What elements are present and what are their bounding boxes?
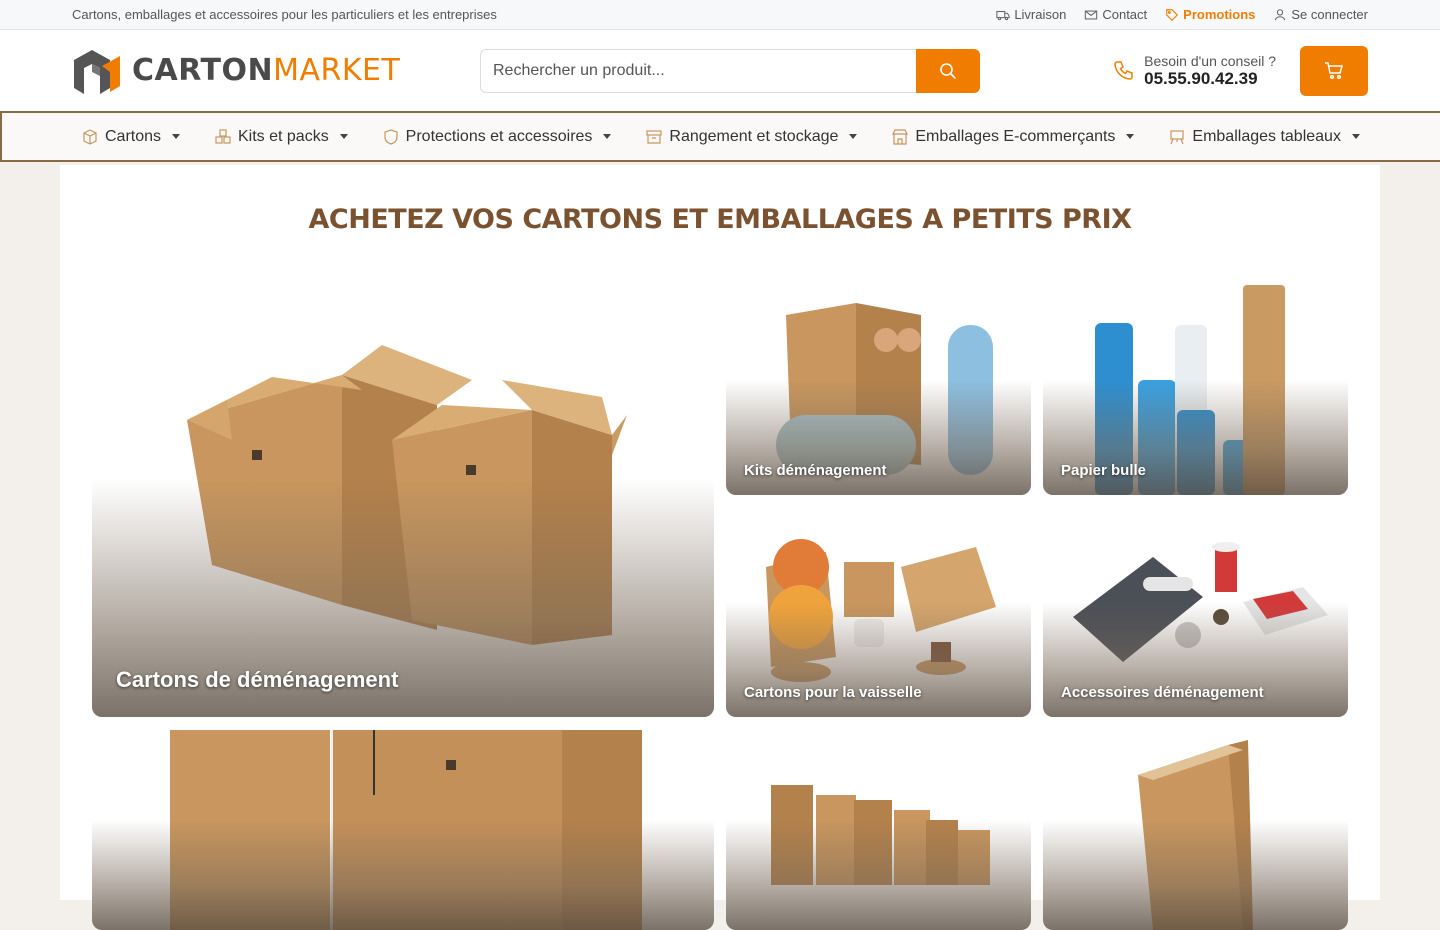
caret-down-icon [172,134,181,139]
shop-icon [892,128,909,145]
cart-icon [1325,61,1343,79]
logo-text-part1: CARTON [132,53,274,88]
caret-down-icon [339,134,348,139]
phone-contact[interactable]: Besoin d'un conseil ? 05.55.90.42.39 [1112,53,1276,89]
phone-text: Besoin d'un conseil ? 05.55.90.42.39 [1144,53,1276,89]
category-tile-papier-bulle[interactable]: Papier bulle [1043,285,1348,495]
top-bar: Cartons, emballages et accessoires pour … [0,0,1440,30]
site-header: CARTONMARKET Rechercher un produit... Be… [0,30,1440,113]
search-bar: Rechercher un produit... [480,48,980,93]
search-button[interactable] [916,48,980,93]
logo-text-part2: MARKET [273,53,401,88]
category-tile-cartons-plats[interactable] [92,730,714,930]
contact-link-label: Contact [1102,7,1148,22]
search-icon [940,62,957,79]
nav-item-label: Protections et accessoires [405,127,593,145]
category-tile-cartons-demenagement[interactable]: Cartons de déménagement [92,285,714,717]
archive-icon [646,129,662,144]
category-tile-cartons-vaisselle[interactable]: Cartons pour la vaisselle [726,507,1031,717]
tile-label: Cartons pour la vaisselle [744,684,922,701]
boxes-icon [215,128,231,144]
nav-item-label: Emballages tableaux [1192,127,1341,145]
category-tile-kits-demenagement[interactable]: Kits déménagement [726,285,1031,495]
tile-shade [726,820,1031,930]
logo[interactable]: CARTONMARKET [72,46,480,96]
nav-item-label: Kits et packs [238,127,329,145]
user-icon [1275,8,1286,20]
login-link[interactable]: Se connecter [1273,7,1368,22]
box-icon [83,128,97,145]
nav-item-label: Rangement et stockage [669,127,839,145]
page-title: ACHETEZ VOS CARTONS ET EMBALLAGES A PETI… [308,204,1132,235]
caret-down-icon [849,134,858,139]
nav-item-label: Emballages E-commerçants [915,127,1116,145]
category-tile-lots-cartons[interactable] [726,730,1031,930]
logo-text: CARTONMARKET [132,53,400,88]
tagline: Cartons, emballages et accessoires pour … [72,7,497,22]
cart-button[interactable] [1300,45,1368,96]
nav-item-ecommerce[interactable]: Emballages E-commerçants [892,127,1135,146]
caret-down-icon [1126,134,1135,139]
main-nav: Cartons Kits et packs Protections et acc… [0,113,1440,162]
truck-icon [996,10,1010,20]
tag-icon [1166,8,1179,21]
nav-item-tableaux[interactable]: Emballages tableaux [1169,128,1360,146]
caret-down-icon [1351,134,1360,139]
tile-label: Cartons de déménagement [116,667,399,692]
nav-item-kits[interactable]: Kits et packs [215,128,348,146]
delivery-link[interactable]: Livraison [996,7,1066,22]
promotions-link[interactable]: Promotions [1165,7,1255,22]
phone-icon [1114,60,1133,80]
login-link-label: Se connecter [1291,7,1368,22]
delivery-link-label: Livraison [1014,7,1067,22]
category-tile-accessoires[interactable]: Accessoires déménagement [1043,507,1348,717]
category-tile-cartons-tableaux[interactable] [1043,730,1348,930]
main-content: ACHETEZ VOS CARTONS ET EMBALLAGES A PETI… [60,165,1380,930]
phone-number: 05.55.90.42.39 [1144,68,1258,88]
tile-label: Papier bulle [1061,462,1147,479]
tile-label: Accessoires déménagement [1061,684,1264,701]
top-links: Livraison Contact Promotions Se connecte… [996,7,1368,22]
mail-icon [1085,10,1098,19]
nav-item-rangement[interactable]: Rangement et stockage [646,127,858,146]
logo-mark-icon [74,49,120,94]
tile-shade [1043,820,1348,930]
tile-shade [92,820,714,930]
easel-icon [1170,129,1185,144]
tile-label: Kits déménagement [744,462,887,479]
advice-label: Besoin d'un conseil ? [1144,52,1276,69]
nav-item-label: Cartons [105,127,162,145]
nav-item-protections[interactable]: Protections et accessoires [383,128,612,146]
contact-link[interactable]: Contact [1084,7,1147,22]
promotions-link-label: Promotions [1183,7,1256,22]
nav-item-cartons[interactable]: Cartons [82,127,181,146]
search-input[interactable]: Rechercher un produit... [480,48,916,93]
shield-icon [384,128,398,145]
caret-down-icon [603,134,612,139]
